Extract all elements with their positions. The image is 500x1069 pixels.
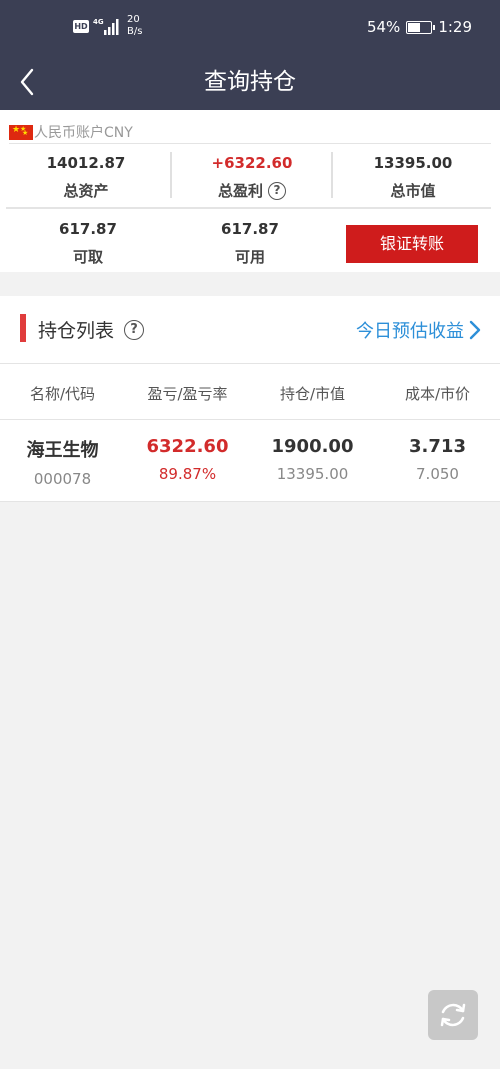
- available-value: 617.87: [221, 220, 279, 238]
- bank-securities-transfer-button[interactable]: 银证转账: [346, 225, 478, 263]
- network-label: 4G: [93, 18, 104, 26]
- column-cost-price: 成本/市价: [404, 385, 471, 403]
- available: 617.87 可用: [172, 220, 328, 267]
- column-name-code: 名称/代码: [29, 385, 96, 403]
- signal-icon: 4G: [93, 18, 119, 35]
- table-row[interactable]: 海王生物 000078 6322.60 89.87% 1900.00 13395…: [0, 420, 500, 502]
- market-price: 7.050: [416, 465, 459, 483]
- stock-profit: 6322.60 89.87%: [125, 436, 250, 483]
- divider: [6, 207, 491, 209]
- holdings-header: 持仓列表 ? 今日预估收益: [0, 296, 500, 364]
- stock-position: 1900.00 13395.00: [250, 436, 375, 483]
- today-estimate-label: 今日预估收益: [356, 321, 464, 342]
- speed-value: 20: [127, 14, 140, 25]
- stock-cost: 3.713 7.050: [375, 436, 500, 483]
- position-value: 1900.00: [271, 436, 354, 457]
- hd-badge: HD: [73, 20, 89, 33]
- total-market-value-label: 总市值: [390, 182, 436, 200]
- withdrawable-label: 可取: [72, 248, 103, 266]
- column-position-value: 持仓/市值: [279, 385, 346, 403]
- total-market-value: 13395.00 总市值: [333, 154, 493, 201]
- available-label: 可用: [234, 248, 265, 266]
- account-summary: ★ ★ ★ 人民币账户CNY 14012.87 总资产 +6322.60 总盈利…: [0, 110, 500, 272]
- total-profit: +6322.60 总盈利 ?: [172, 154, 332, 201]
- top-bar: HD 4G 20 B/s 54% 1:29 查询持仓: [0, 0, 500, 110]
- total-assets-label: 总资产: [63, 182, 109, 200]
- total-assets: 14012.87 总资产: [0, 154, 172, 201]
- clock: 1:29: [438, 18, 472, 36]
- refresh-button[interactable]: [428, 990, 478, 1040]
- refresh-icon: [440, 1003, 466, 1027]
- holdings-section: 持仓列表 ? 今日预估收益 名称/代码 盈亏/盈亏率 持仓/市值 成本/市价 海…: [0, 296, 500, 502]
- question-icon[interactable]: ?: [268, 181, 286, 200]
- section-accent-bar: [20, 314, 26, 342]
- status-bar: HD 4G 20 B/s 54% 1:29: [0, 0, 500, 58]
- divider: [9, 143, 491, 144]
- network-speed: 20 B/s: [127, 14, 142, 38]
- page-title: 查询持仓: [204, 69, 296, 95]
- chevron-right-icon: [469, 320, 481, 340]
- market-value: 13395.00: [276, 465, 349, 483]
- profit-value: 6322.60: [146, 436, 229, 457]
- column-profit-rate: 盈亏/盈亏率: [147, 385, 228, 403]
- cost-value: 3.713: [409, 436, 466, 457]
- account-currency: 人民币账户CNY: [34, 125, 133, 141]
- withdrawable-value: 617.87: [59, 220, 117, 238]
- question-icon[interactable]: ?: [124, 319, 145, 340]
- today-estimate-link[interactable]: 今日预估收益: [356, 317, 482, 343]
- nav-bar: 查询持仓: [0, 58, 500, 110]
- total-profit-label: 总盈利: [217, 182, 263, 200]
- holdings-title-text: 持仓列表: [38, 320, 115, 342]
- total-assets-value: 14012.87: [46, 154, 126, 172]
- holdings-column-headers: 名称/代码 盈亏/盈亏率 持仓/市值 成本/市价: [0, 364, 500, 420]
- battery-fill: [408, 22, 420, 32]
- account-label: ★ ★ ★ 人民币账户CNY: [9, 122, 133, 142]
- battery-icon: [406, 20, 436, 34]
- holdings-title: 持仓列表 ?: [38, 316, 145, 343]
- profit-rate: 89.87%: [158, 465, 217, 483]
- china-flag-icon: ★ ★ ★: [9, 124, 33, 140]
- total-market-value-value: 13395.00: [373, 154, 453, 172]
- total-profit-value: +6322.60: [211, 154, 293, 172]
- stock-name: 海王生物: [26, 440, 99, 461]
- speed-unit: B/s: [127, 26, 143, 37]
- stock-name-code: 海王生物 000078: [0, 436, 125, 488]
- stock-code: 000078: [33, 470, 92, 488]
- battery-percent: 54%: [366, 18, 401, 36]
- status-right: 54% 1:29: [367, 18, 472, 36]
- withdrawable: 617.87 可取: [0, 220, 176, 267]
